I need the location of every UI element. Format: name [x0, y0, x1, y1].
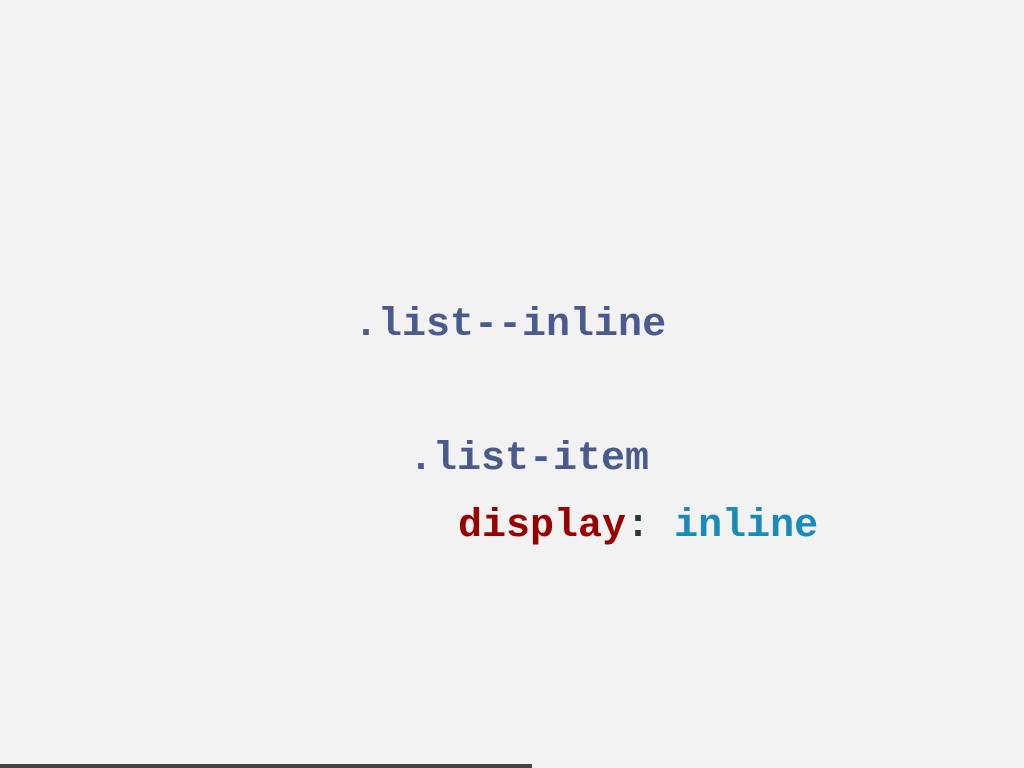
- css-property: display: [458, 504, 627, 549]
- code-line-outer-selector: .list--inline: [258, 266, 666, 386]
- css-colon: :: [626, 504, 651, 549]
- slide: .list--inline .list-item display: inline: [0, 0, 1024, 768]
- code-line-declaration: display: inline: [362, 467, 818, 587]
- css-value: inline: [674, 504, 819, 549]
- progress-fill: [0, 764, 533, 768]
- outer-selector: .list--inline: [354, 303, 667, 348]
- progress-bar: [0, 764, 1024, 768]
